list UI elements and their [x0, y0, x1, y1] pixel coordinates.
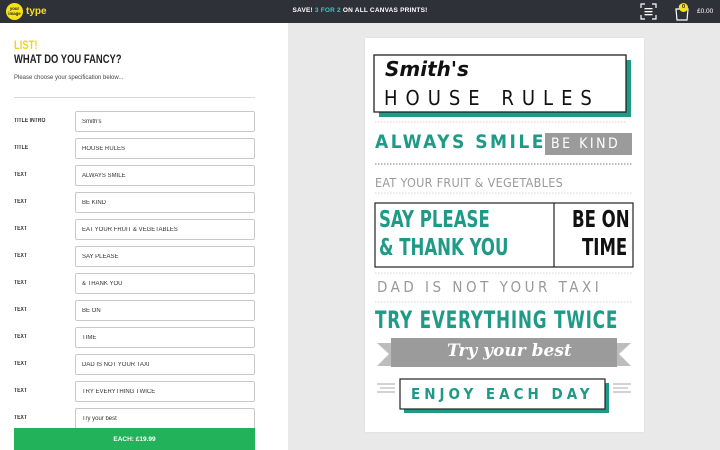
field-row: TEXT — [14, 327, 255, 348]
field-input[interactable] — [75, 192, 255, 213]
poster-preview: Smith's HOUSE RULES ALWAYS SMILE BE KIND… — [365, 38, 644, 432]
field-label: TEXT — [14, 334, 28, 340]
field-input[interactable] — [75, 111, 255, 132]
cart-total[interactable]: £0.00 — [697, 8, 713, 15]
poster-thank-you: & THANK YOU — [379, 235, 509, 261]
field-row: TEXT — [14, 246, 255, 267]
field-row: TEXT — [14, 192, 255, 213]
poster-say-please: SAY PLEASE — [379, 207, 490, 233]
poster-be-kind: BE KIND — [551, 136, 621, 152]
cart-count-badge: 0 — [679, 3, 688, 12]
poster-dad-taxi: DAD IS NOT YOUR TAXI — [377, 278, 603, 296]
top-bar: your image type SAVE! 3 FOR 2 ON ALL CAN… — [0, 0, 720, 23]
poster-always-smile: ALWAYS SMILE — [375, 131, 546, 153]
field-row: TEXT — [14, 381, 255, 402]
field-input[interactable] — [75, 219, 255, 240]
heading-what-do-you-fancy: WHAT DO YOU FANCY? — [14, 54, 122, 66]
poster-title-intro: Smith's — [385, 57, 469, 81]
heading-list: LIST! — [14, 40, 38, 52]
field-input[interactable] — [75, 381, 255, 402]
field-label: TEXT — [14, 226, 28, 232]
field-row: TEXT — [14, 354, 255, 375]
field-label: TEXT — [14, 253, 28, 259]
field-input[interactable] — [75, 246, 255, 267]
field-row: TITLE INTRO — [14, 111, 255, 132]
divider — [14, 97, 255, 98]
field-row: TEXT — [14, 165, 255, 186]
field-input[interactable] — [75, 300, 255, 321]
field-input[interactable] — [75, 138, 255, 159]
poster-title: HOUSE RULES — [384, 86, 600, 110]
field-input[interactable] — [75, 354, 255, 375]
frame-preview-icon[interactable] — [640, 3, 657, 20]
poster-be-on: BE ON — [572, 207, 630, 233]
field-row: TEXT — [14, 273, 255, 294]
promo-suffix: ON ALL CANVAS PRINTS! — [342, 7, 428, 14]
field-label: TEXT — [14, 280, 28, 286]
field-label: TEXT — [14, 361, 28, 367]
field-row: TEXT — [14, 219, 255, 240]
field-row: TEXT — [14, 300, 255, 321]
poster-time: TIME — [582, 235, 628, 261]
field-row: TITLE — [14, 138, 255, 159]
buy-button[interactable]: EACH: £19.99 — [14, 428, 255, 450]
field-input[interactable] — [75, 165, 255, 186]
field-label: TITLE — [14, 145, 29, 151]
field-input[interactable] — [75, 408, 255, 429]
poster-try-everything: TRY EVERYTHING TWICE — [375, 306, 619, 334]
field-label: TITLE INTRO — [14, 118, 46, 124]
field-input[interactable] — [75, 327, 255, 348]
promo-prefix: SAVE! — [292, 7, 313, 14]
poster-try-your-best: Try your best — [447, 341, 572, 361]
field-label: TEXT — [14, 172, 28, 178]
field-label: TEXT — [14, 388, 28, 394]
field-label: TEXT — [14, 199, 28, 205]
promo-banner: SAVE! 3 FOR 2 ON ALL CANVAS PRINTS! — [0, 7, 720, 14]
field-label: TEXT — [14, 415, 28, 421]
promo-highlight: 3 FOR 2 — [314, 7, 341, 14]
poster-eat-fruit: EAT YOUR FRUIT & VEGETABLES — [375, 175, 564, 190]
poster-enjoy: ENJOY EACH DAY — [411, 385, 594, 403]
specification-instructions: Please choose your specification below..… — [14, 75, 124, 81]
field-input[interactable] — [75, 273, 255, 294]
field-row: TEXT — [14, 408, 255, 429]
field-label: TEXT — [14, 307, 28, 313]
